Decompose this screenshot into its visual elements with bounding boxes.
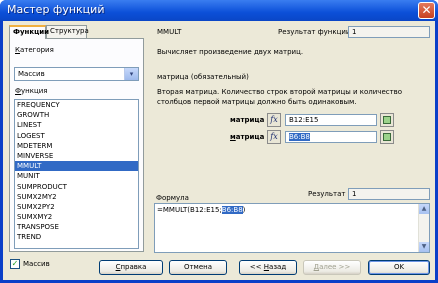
shrink-icon bbox=[383, 133, 391, 141]
function-wizard-window: Мастер функций ✕ Функции Структура Катег… bbox=[0, 0, 438, 283]
function-list[interactable]: FREQUENCY GROWTH LINEST LOGEST MDETERM M… bbox=[14, 99, 139, 249]
function-name: MMULT bbox=[157, 28, 182, 36]
chevron-down-icon[interactable]: ▾ bbox=[124, 68, 138, 80]
list-item[interactable]: FREQUENCY bbox=[15, 100, 138, 110]
function-label: Функция bbox=[15, 87, 48, 95]
scroll-up-icon[interactable]: ▲ bbox=[419, 204, 429, 214]
list-item[interactable]: MDETERM bbox=[15, 141, 138, 151]
category-label: Категория bbox=[15, 46, 54, 54]
check-icon: ✓ bbox=[11, 259, 19, 268]
list-item[interactable]: SUMX2PY2 bbox=[15, 202, 138, 212]
arg2-input[interactable]: B6:B8 bbox=[285, 131, 377, 143]
function-description: Вычисляет произведение двух матриц. bbox=[157, 48, 304, 56]
arg2-label: матрица bbox=[230, 133, 265, 141]
shrink-icon bbox=[383, 116, 391, 124]
result-label: Результат функции bbox=[278, 28, 351, 36]
list-item-selected[interactable]: MMULT bbox=[15, 161, 138, 172]
list-item[interactable]: SUMX2MY2 bbox=[15, 192, 138, 202]
next-button: Далее >> bbox=[303, 260, 361, 275]
formula-result-label: Результат bbox=[308, 190, 346, 198]
param-desc-line2: столбцов первой матрицы должно быть один… bbox=[157, 98, 357, 106]
cancel-button[interactable]: Отмена bbox=[169, 260, 227, 275]
list-item[interactable]: SUMPRODUCT bbox=[15, 182, 138, 192]
list-item[interactable]: TREND bbox=[15, 232, 138, 242]
back-button[interactable]: << Назад bbox=[239, 260, 297, 275]
result-field: 1 bbox=[348, 26, 430, 38]
fx-icon[interactable]: fx bbox=[267, 113, 281, 127]
list-item[interactable]: LOGEST bbox=[15, 131, 138, 141]
close-button[interactable]: ✕ bbox=[418, 2, 435, 19]
fx-icon[interactable]: fx bbox=[267, 130, 281, 144]
list-item[interactable]: TRANSPOSE bbox=[15, 222, 138, 232]
category-select[interactable]: Массив ▾ bbox=[14, 67, 139, 81]
formula-result-field: 1 bbox=[348, 188, 430, 200]
param-title: матрица (обязательный) bbox=[157, 73, 249, 81]
tab-structure[interactable]: Структура bbox=[46, 25, 89, 38]
shrink-button-2[interactable] bbox=[380, 130, 394, 144]
ok-button[interactable]: OK bbox=[368, 260, 430, 275]
array-checkbox-label: Массив bbox=[23, 260, 50, 268]
functions-panel: Категория Массив ▾ Функция FREQUENCY GRO… bbox=[9, 38, 144, 252]
param-desc-line1: Вторая матрица. Количество строк второй … bbox=[157, 88, 403, 96]
arg1-label: матрица bbox=[230, 116, 265, 124]
list-item[interactable]: GROWTH bbox=[15, 110, 138, 120]
formula-editor[interactable]: =MMULT(B12:E15;B6:B8) ▲ ▼ bbox=[154, 203, 430, 253]
formula-label: Формула bbox=[156, 194, 189, 202]
array-checkbox[interactable]: ✓ bbox=[10, 259, 20, 269]
dialog-body: Функции Структура Категория Массив ▾ Фун… bbox=[3, 21, 435, 280]
list-item[interactable]: MINVERSE bbox=[15, 151, 138, 161]
window-title: Мастер функций bbox=[7, 3, 105, 16]
list-item[interactable]: LINEST bbox=[15, 120, 138, 130]
tab-functions[interactable]: Функции bbox=[9, 25, 49, 39]
formula-text: =MMULT(B12:E15;B6:B8) bbox=[157, 206, 246, 214]
title-bar[interactable]: Мастер функций ✕ bbox=[0, 0, 438, 21]
category-value: Массив bbox=[18, 70, 45, 78]
scroll-down-icon[interactable]: ▼ bbox=[419, 242, 429, 252]
arg1-input[interactable]: B12:E15 bbox=[285, 114, 377, 126]
list-item[interactable]: MUNIT bbox=[15, 171, 138, 181]
list-item[interactable]: SUMXMY2 bbox=[15, 212, 138, 222]
close-icon: ✕ bbox=[421, 3, 432, 17]
help-button[interactable]: Справка bbox=[99, 260, 163, 275]
shrink-button-1[interactable] bbox=[380, 113, 394, 127]
formula-scrollbar[interactable]: ▲ ▼ bbox=[418, 204, 429, 252]
